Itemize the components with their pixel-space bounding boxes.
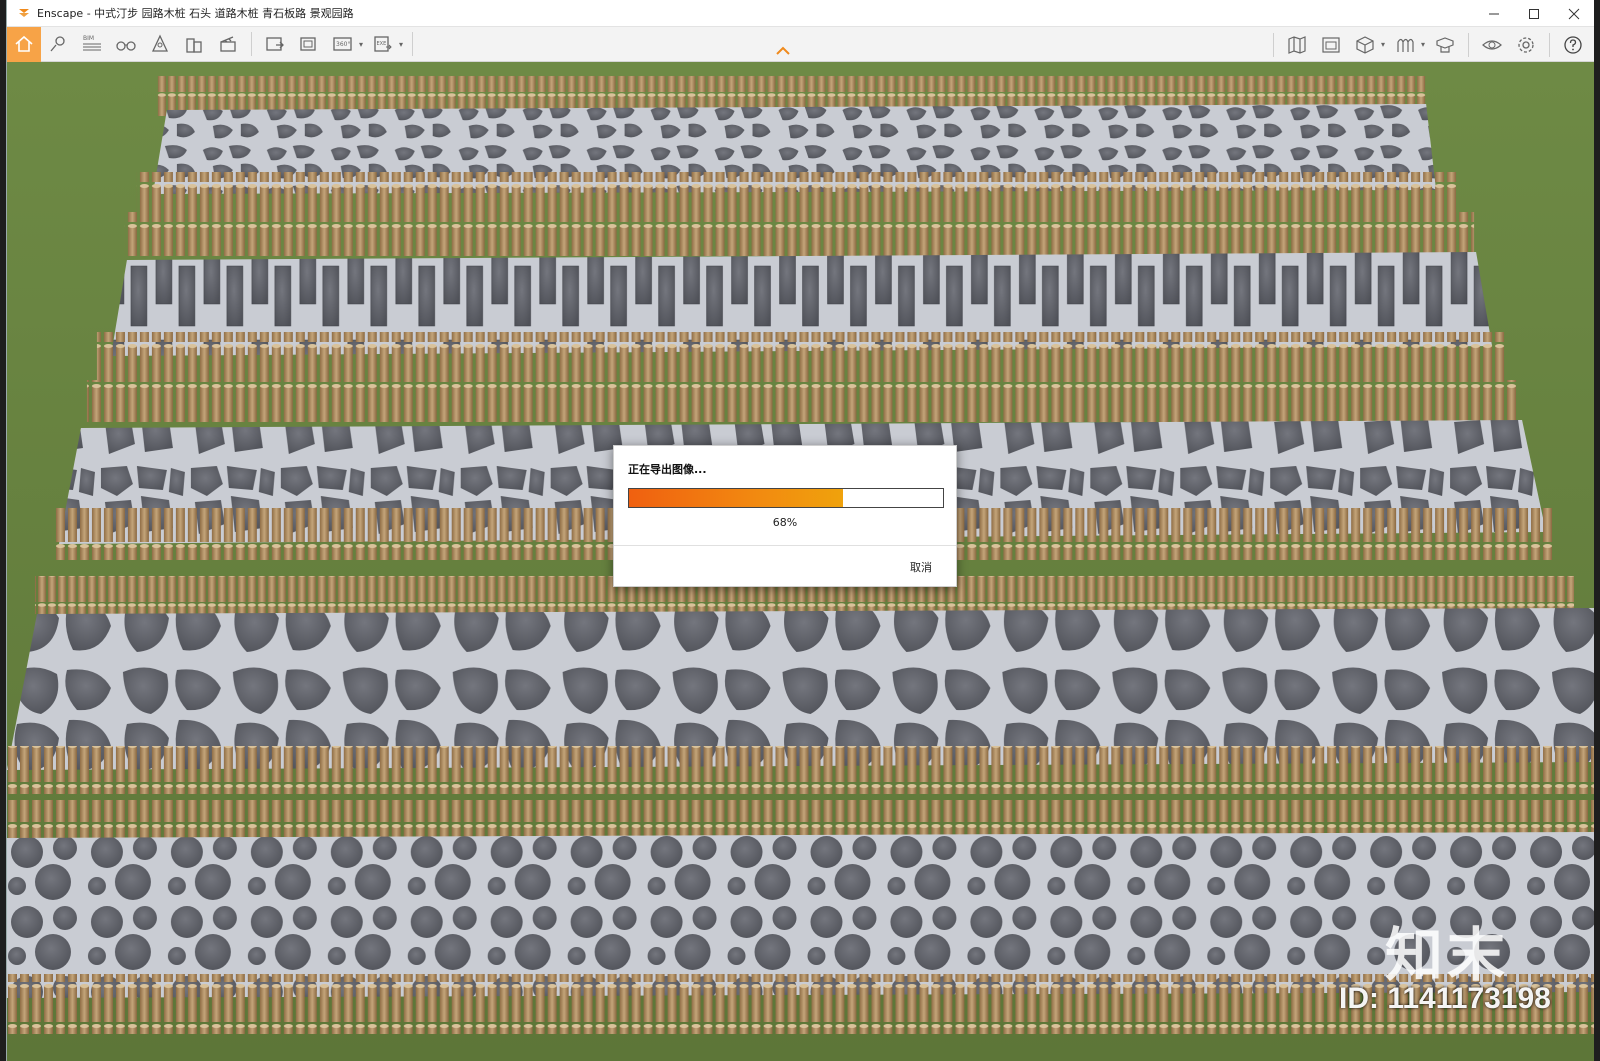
materials-icon xyxy=(1397,38,1414,52)
panorama-button[interactable]: 360° xyxy=(326,27,360,62)
export-progress-dialog: 正在导出图像... 68% 取消 xyxy=(613,445,957,587)
asset-library-icon xyxy=(1436,36,1454,53)
dialog-divider xyxy=(614,545,956,546)
help-button[interactable] xyxy=(1556,27,1590,62)
dialog-title: 正在导出图像... xyxy=(628,463,707,476)
log-fence xyxy=(124,212,1475,256)
help-icon xyxy=(1564,35,1582,54)
map-icon xyxy=(1288,35,1306,54)
svg-text:BIM: BIM xyxy=(83,35,94,42)
views-button[interactable] xyxy=(1314,27,1348,62)
stone-path xyxy=(7,832,1594,998)
location-button[interactable] xyxy=(41,27,75,62)
progress-bar xyxy=(628,488,944,508)
watermark-logo: 知末 xyxy=(1385,921,1510,989)
log-fence xyxy=(136,172,1457,214)
visual-settings-button[interactable] xyxy=(1475,27,1509,62)
svg-text:EXE: EXE xyxy=(377,41,387,47)
stone-path xyxy=(7,608,1594,770)
export-exe-button[interactable]: EXE xyxy=(366,27,400,62)
toolbar-separator xyxy=(412,32,413,56)
map-pin-icon xyxy=(50,36,65,52)
views-icon xyxy=(1322,36,1340,53)
perspective-icon xyxy=(151,34,169,52)
maximize-button[interactable] xyxy=(1514,0,1554,27)
toolbar-separator xyxy=(1273,32,1274,57)
close-button[interactable] xyxy=(1554,0,1594,27)
maximize-icon xyxy=(1529,8,1539,19)
settings-icon xyxy=(1518,36,1534,53)
materials-button[interactable] xyxy=(1388,27,1422,62)
toolbar: BIM 360° ▾ EXE ▾ ▾ ▾ xyxy=(7,26,1594,62)
perspective-button[interactable] xyxy=(143,27,177,62)
enscape-logo-icon xyxy=(19,9,29,17)
toolbar-separator xyxy=(1549,32,1550,57)
screenshot-icon xyxy=(266,37,284,51)
bim-icon: BIM xyxy=(83,35,101,51)
title-bar: Enscape - 中式汀步 园路木桩 石头 道路木桩 青石板路 景观园路 xyxy=(7,0,1594,27)
cancel-button[interactable]: 取消 xyxy=(910,559,932,575)
clapperboard-icon xyxy=(220,36,236,52)
walk-mode-button[interactable] xyxy=(109,27,143,62)
collapse-toolbar-chevron-icon[interactable] xyxy=(775,45,791,57)
panorama-360-icon: 360° xyxy=(333,37,352,51)
window-controls xyxy=(1474,0,1594,27)
export-exe-icon: EXE xyxy=(374,36,392,52)
settings-button[interactable] xyxy=(1509,27,1543,62)
buildings-icon xyxy=(186,38,202,53)
toolbar-separator xyxy=(251,32,252,56)
progress-percent: 68% xyxy=(772,516,798,529)
home-button[interactable] xyxy=(7,26,41,62)
eye-icon xyxy=(1482,39,1502,50)
minimize-icon xyxy=(1489,13,1499,14)
binoculars-icon xyxy=(116,41,136,51)
asset-library-button[interactable] xyxy=(1428,27,1462,62)
svg-text:360°: 360° xyxy=(336,41,350,48)
watermark-id: ID: 1141173198 xyxy=(1339,982,1551,1015)
screenshot-button[interactable] xyxy=(258,27,292,62)
log-fence xyxy=(96,332,1507,384)
bim-button[interactable]: BIM xyxy=(75,27,109,62)
cube-icon xyxy=(1356,35,1374,54)
app-window: Enscape - 中式汀步 园路木桩 石头 道路木桩 青石板路 景观园路 BI… xyxy=(6,0,1594,1061)
progress-bar-fill xyxy=(629,489,843,507)
batch-render-button[interactable] xyxy=(292,27,326,62)
batch-render-icon xyxy=(300,37,316,51)
toolbar-right-group: ▾ ▾ xyxy=(1267,27,1590,62)
minimize-button[interactable] xyxy=(1474,0,1514,27)
window-title: Enscape - 中式汀步 园路木桩 石头 道路木桩 青石板路 景观园路 xyxy=(37,7,354,20)
toolbar-separator xyxy=(1468,32,1469,57)
home-icon xyxy=(15,35,33,52)
log-fence xyxy=(86,380,1517,424)
buildings-button[interactable] xyxy=(177,27,211,62)
close-icon xyxy=(1568,8,1580,19)
log-fence xyxy=(7,746,1594,794)
cube-button[interactable] xyxy=(1348,27,1382,62)
map-button[interactable] xyxy=(1280,27,1314,62)
video-editor-button[interactable] xyxy=(211,27,245,62)
